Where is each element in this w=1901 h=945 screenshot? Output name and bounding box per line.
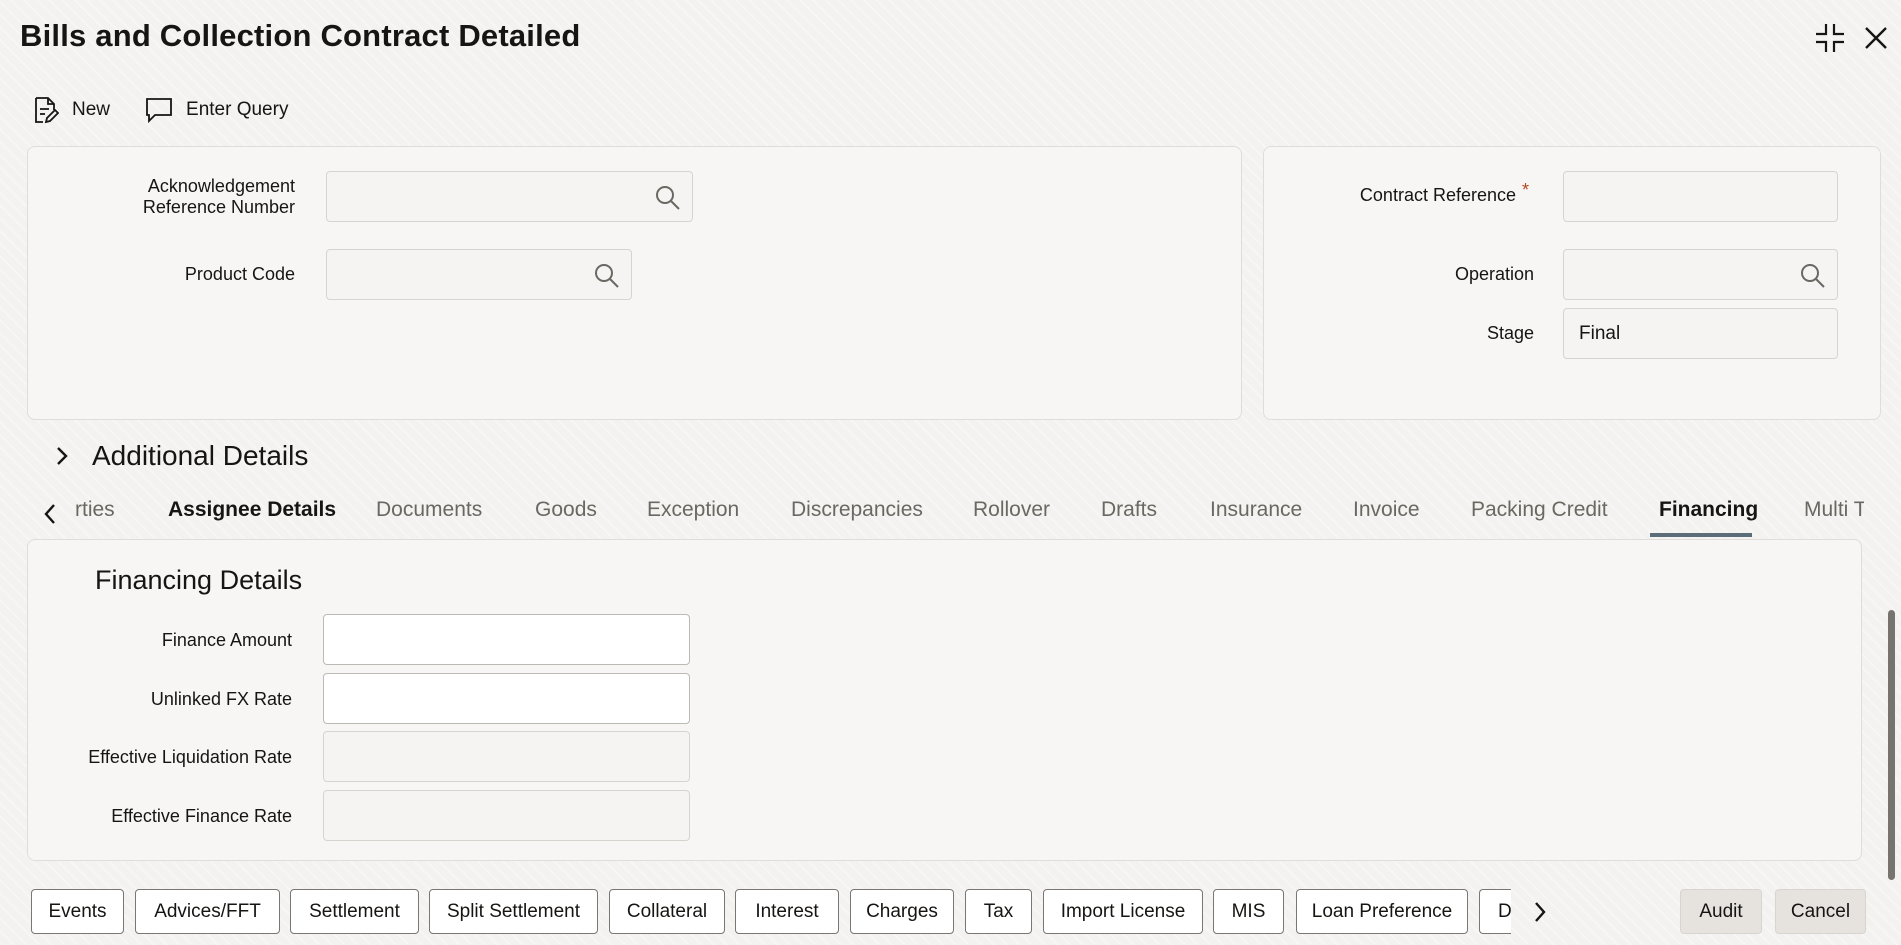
vertical-scrollbar[interactable] [1888, 610, 1895, 880]
enter-query-label: Enter Query [186, 99, 289, 120]
tab-documents[interactable]: Documents [376, 498, 482, 522]
tab-exception[interactable]: Exception [647, 498, 739, 522]
speech-bubble-icon [146, 98, 172, 124]
stage-value: Final [1579, 322, 1621, 344]
enter-query-button[interactable]: Enter Query [144, 95, 288, 125]
tab-parties[interactable]: rties [75, 498, 115, 522]
required-indicator: * [1522, 180, 1530, 200]
search-icon[interactable] [1799, 262, 1827, 290]
effective-liquidation-rate-field [323, 731, 690, 782]
tab-rollover[interactable]: Rollover [973, 498, 1050, 522]
mis-button[interactable]: MIS [1213, 889, 1284, 934]
product-code-label: Product Code [184, 264, 295, 284]
chevron-left-icon[interactable] [38, 500, 62, 528]
financing-panel [27, 539, 1862, 861]
split-settlement-button[interactable]: Split Settlement [429, 889, 598, 934]
minimize-icon[interactable] [1812, 20, 1848, 56]
effective-finance-rate-label: Effective Finance Rate [111, 806, 292, 826]
charges-button[interactable]: Charges [850, 889, 954, 934]
search-icon[interactable] [654, 184, 682, 212]
additional-details-label: Additional Details [92, 440, 309, 471]
new-document-icon [35, 97, 60, 124]
active-tab-indicator [1650, 533, 1752, 537]
tab-insurance[interactable]: Insurance [1210, 498, 1302, 522]
tab-financing[interactable]: Financing [1659, 498, 1758, 522]
tab-packing-credit[interactable]: Packing Credit [1471, 498, 1608, 522]
chevron-right-icon [57, 447, 68, 465]
search-icon[interactable] [593, 262, 621, 290]
ack-ref-input[interactable] [326, 171, 693, 222]
tab-invoice[interactable]: Invoice [1353, 498, 1420, 522]
ack-ref-label-line2: Reference Number [142, 197, 295, 217]
contract-reference-label: Contract Reference [1359, 185, 1516, 205]
contract-reference-input[interactable] [1563, 171, 1838, 222]
stage-field: Final [1563, 308, 1838, 359]
unlinked-fx-rate-input[interactable] [323, 673, 690, 724]
tab-multi-tenor[interactable]: Multi T [1804, 498, 1864, 522]
unlinked-fx-rate-label: Unlinked FX Rate [150, 689, 292, 709]
interest-button[interactable]: Interest [735, 889, 839, 934]
collateral-button[interactable]: Collateral [609, 889, 725, 934]
contract-window: Bills and Collection Contract Detailed N… [0, 0, 1901, 945]
additional-details-toggle[interactable]: Additional Details [52, 440, 308, 472]
settlement-button[interactable]: Settlement [290, 889, 419, 934]
audit-button[interactable]: Audit [1680, 889, 1762, 934]
events-button[interactable]: Events [31, 889, 124, 934]
cancel-button[interactable]: Cancel [1775, 889, 1866, 934]
close-icon[interactable] [1858, 20, 1894, 56]
ack-ref-label-line1: Acknowledgement [147, 176, 295, 196]
title-bar: Bills and Collection Contract Detailed [0, 0, 1901, 76]
tab-drafts[interactable]: Drafts [1101, 498, 1157, 522]
ack-ref-label: Acknowledgement Reference Number [100, 176, 295, 218]
tab-goods[interactable]: Goods [535, 498, 597, 522]
import-license-button[interactable]: Import License [1043, 889, 1203, 934]
tax-button[interactable]: Tax [965, 889, 1032, 934]
advices-fft-button[interactable]: Advices/FFT [135, 889, 280, 934]
new-button[interactable]: New [30, 95, 110, 125]
new-label: New [72, 99, 111, 120]
page-title: Bills and Collection Contract Detailed [20, 18, 581, 53]
chevron-right-icon[interactable] [1528, 899, 1552, 925]
tab-bar: rties Assignee Details Documents Goods E… [28, 490, 1864, 540]
loan-preference-button[interactable]: Loan Preference [1296, 889, 1468, 934]
tab-discrepancies[interactable]: Discrepancies [791, 498, 923, 522]
finance-amount-input[interactable] [323, 614, 690, 665]
effective-finance-rate-field [323, 790, 690, 841]
truncated-footer-button[interactable]: D [1479, 889, 1512, 934]
toolbar: New Enter Query [30, 92, 288, 128]
effective-liquidation-rate-label: Effective Liquidation Rate [88, 747, 292, 767]
tab-assignee-details[interactable]: Assignee Details [168, 498, 336, 522]
product-code-input[interactable] [326, 249, 632, 300]
finance-amount-label: Finance Amount [161, 630, 292, 650]
operation-input[interactable] [1563, 249, 1838, 300]
financing-details-title: Financing Details [95, 565, 303, 595]
stage-label: Stage [1486, 323, 1534, 343]
operation-label: Operation [1454, 264, 1534, 284]
